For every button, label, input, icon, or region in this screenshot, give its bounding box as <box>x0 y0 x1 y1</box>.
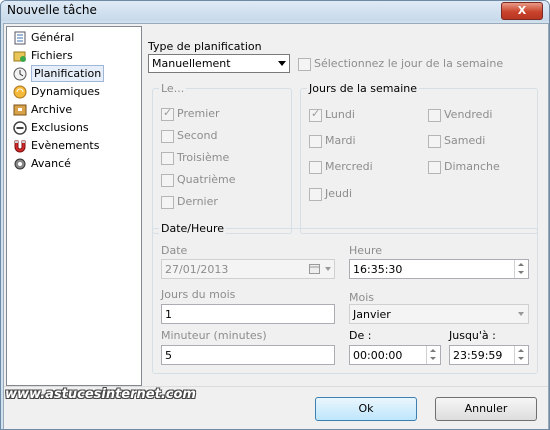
exclusion-icon <box>13 121 27 135</box>
month-value: Janvier <box>353 308 391 321</box>
sidebar-item-label: Evènements <box>31 139 100 152</box>
calendar-icon <box>309 264 320 274</box>
days-of-month-input[interactable]: 1 <box>161 304 335 324</box>
schedule-type-select[interactable]: Manuellement <box>148 54 290 73</box>
from-time-spinner[interactable] <box>426 346 440 364</box>
sidebar-item-label: Général <box>31 31 75 44</box>
from-time-field[interactable]: 00:00:00 <box>349 345 441 365</box>
mardi-checkbox[interactable] <box>309 135 322 148</box>
sidebar-item-fichiers[interactable]: Fichiers <box>9 47 139 65</box>
from-value: 00:00:00 <box>353 349 403 362</box>
dimanche-checkbox[interactable] <box>428 161 441 174</box>
time-value: 16:35:30 <box>353 263 403 276</box>
timer-label: Minuteur (minutes) <box>161 329 267 342</box>
select-weekday-label: Sélectionnez le jour de la semaine <box>314 57 504 70</box>
days-of-month-label: Jours du mois <box>161 288 236 301</box>
select-weekday-checkbox[interactable] <box>298 58 311 71</box>
category-tree: Général Fichiers Planification Dynamique… <box>6 26 142 386</box>
date-value: 27/01/2013 <box>165 263 229 276</box>
le-group-title: Le... <box>159 82 187 95</box>
planning-panel: Type de planification Manuellement Sélec… <box>144 26 544 384</box>
datetime-group-title: Date/Heure <box>159 222 227 235</box>
dialog-window: Nouvelle tâche X Général Fichiers Planif… <box>0 0 550 430</box>
timer-input[interactable]: 5 <box>161 345 335 365</box>
dernier-label: Dernier <box>177 195 218 208</box>
samedi-checkbox[interactable] <box>428 135 441 148</box>
gear-icon <box>14 158 26 170</box>
lundi-checkbox[interactable] <box>309 107 322 122</box>
mercredi-checkbox[interactable] <box>309 161 322 174</box>
archive-icon <box>13 104 27 116</box>
sidebar-item-exclusions[interactable]: Exclusions <box>9 119 139 137</box>
quatrieme-label: Quatrième <box>177 173 236 186</box>
premier-checkbox[interactable] <box>161 106 174 121</box>
sidebar-item-dynamiques[interactable]: Dynamiques <box>9 83 139 101</box>
second-checkbox[interactable] <box>161 130 174 143</box>
sidebar-item-label: Fichiers <box>31 49 73 62</box>
chevron-down-icon <box>278 61 286 66</box>
sidebar-item-avance[interactable]: Avancé <box>9 155 139 173</box>
cancel-button[interactable]: Annuler <box>435 397 537 421</box>
vendredi-checkbox[interactable] <box>428 109 441 122</box>
datetime-group: Date/Heure Date 27/01/2013 Heure 16:35:3… <box>152 222 538 374</box>
date-picker[interactable]: 27/01/2013 <box>161 259 335 279</box>
to-time-field[interactable]: 23:59:59 <box>449 345 529 365</box>
schedule-type-label: Type de planification <box>148 40 262 53</box>
vendredi-label: Vendredi <box>444 108 493 121</box>
sidebar-item-label: Archive <box>31 103 73 116</box>
clock-icon <box>13 67 27 81</box>
timer-value: 5 <box>165 349 172 362</box>
chevron-down-icon <box>325 267 331 271</box>
dimanche-label: Dimanche <box>444 160 500 173</box>
site-watermark: www.astucesinternet.com <box>5 387 196 402</box>
time-label: Heure <box>349 244 383 257</box>
jeudi-checkbox[interactable] <box>309 188 322 201</box>
sidebar-item-label: Exclusions <box>31 121 89 134</box>
month-select[interactable]: Janvier <box>349 304 529 324</box>
lundi-label: Lundi <box>325 108 355 121</box>
mercredi-label: Mercredi <box>325 160 373 173</box>
premier-label: Premier <box>177 107 220 120</box>
date-label: Date <box>161 244 188 257</box>
to-value: 23:59:59 <box>453 349 503 362</box>
sidebar-item-planification[interactable]: Planification <box>9 65 139 83</box>
jeudi-label: Jeudi <box>325 187 353 200</box>
time-field[interactable]: 16:35:30 <box>349 259 529 279</box>
to-time-spinner[interactable] <box>514 346 528 364</box>
from-label: De : <box>349 329 372 342</box>
second-label: Second <box>177 129 218 142</box>
sidebar-item-label: Avancé <box>31 157 71 170</box>
magnet-icon <box>14 140 26 153</box>
samedi-label: Samedi <box>444 134 486 147</box>
dialog-client: Général Fichiers Planification Dynamique… <box>3 23 549 429</box>
chevron-down-icon <box>518 312 524 316</box>
sidebar-item-archive[interactable]: Archive <box>9 101 139 119</box>
window-title: Nouvelle tâche <box>7 3 97 17</box>
mardi-label: Mardi <box>325 134 356 147</box>
sidebar-item-general[interactable]: Général <box>9 29 139 47</box>
checklist-icon <box>14 31 26 45</box>
schedule-type-value: Manuellement <box>152 57 231 70</box>
title-bar[interactable]: Nouvelle tâche X <box>1 1 549 21</box>
sidebar-item-evenements[interactable]: Evènements <box>9 137 139 155</box>
files-icon <box>13 51 26 62</box>
quatrieme-checkbox[interactable] <box>161 174 174 187</box>
le-group: Le... Premier Second Troisième Quatrième… <box>152 82 292 234</box>
ok-button[interactable]: Ok <box>315 397 417 421</box>
to-label: Jusqu'à : <box>449 329 496 342</box>
troisieme-checkbox[interactable] <box>161 152 174 165</box>
sidebar-item-label: Planification <box>31 65 105 82</box>
sync-icon <box>13 85 27 99</box>
time-spinner[interactable] <box>514 260 528 278</box>
weekdays-group: Jours de la semaine Lundi Mardi Mercredi… <box>300 82 538 234</box>
sidebar-item-label: Dynamiques <box>31 85 100 98</box>
month-label: Mois <box>349 291 375 304</box>
days-of-month-value: 1 <box>165 308 172 321</box>
troisieme-label: Troisième <box>177 151 230 164</box>
dernier-checkbox[interactable] <box>161 196 174 209</box>
close-button[interactable]: X <box>501 2 543 20</box>
weekdays-group-title: Jours de la semaine <box>307 82 419 95</box>
